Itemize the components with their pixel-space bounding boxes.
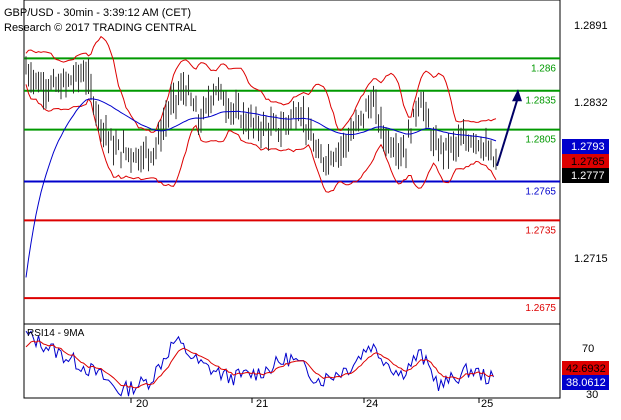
level-label: 1.2765 bbox=[525, 186, 556, 197]
level-label: 1.2835 bbox=[525, 96, 556, 107]
time-axis: 20 21 24 25 bbox=[130, 398, 493, 410]
level-label: 1.2735 bbox=[525, 225, 556, 236]
tag-red-label: 1.2785 bbox=[571, 156, 605, 168]
rsi-lines bbox=[25, 330, 494, 397]
chart: 1.286 1.2835 1.2805 1.2765 1.2735 1.2675 GBP/… bbox=[4, 0, 609, 410]
rsi-title: RSI14 - 9MA bbox=[27, 328, 85, 339]
time-tick-label: 20 bbox=[136, 398, 148, 410]
level-label: 1.286 bbox=[531, 63, 556, 74]
price-tick-label: 1.2715 bbox=[574, 253, 608, 265]
chart-header-line1: GBP/USD - 30min - 3:39:12 AM (CET) bbox=[4, 7, 191, 19]
time-tick-label: 21 bbox=[256, 398, 268, 410]
level-label: 1.2805 bbox=[525, 135, 556, 146]
forecast-arrow bbox=[496, 89, 522, 167]
support-resistance-levels: 1.286 1.2835 1.2805 1.2765 1.2735 1.2675 bbox=[24, 57, 560, 314]
forecast-arrow-shaft bbox=[496, 97, 519, 167]
rsi-tag-red-label: 42.6932 bbox=[566, 363, 606, 375]
tag-current-label: 1.2777 bbox=[571, 170, 605, 182]
rsi-tick-label: 70 bbox=[582, 343, 594, 355]
rsi-panel-frame bbox=[23, 323, 561, 399]
time-tick-label: 24 bbox=[366, 398, 378, 410]
chart-header-line2: Research © 2017 TRADING CENTRAL bbox=[4, 22, 197, 34]
tag-blue-label: 1.2793 bbox=[571, 141, 605, 153]
rsi-tick-label: 30 bbox=[586, 389, 598, 401]
price-tick-label: 1.2891 bbox=[574, 20, 608, 32]
rsi-tag-blue-label: 38.0612 bbox=[566, 377, 606, 389]
price-tags: 1.2793 1.2785 1.2777 bbox=[562, 139, 609, 183]
time-tick-label: 25 bbox=[481, 398, 493, 410]
price-panel-frame bbox=[23, 0, 561, 325]
price-tick-label: 1.2832 bbox=[574, 97, 608, 109]
rsi-line bbox=[25, 330, 494, 397]
level-label: 1.2675 bbox=[525, 303, 556, 314]
price-bars bbox=[25, 56, 497, 176]
